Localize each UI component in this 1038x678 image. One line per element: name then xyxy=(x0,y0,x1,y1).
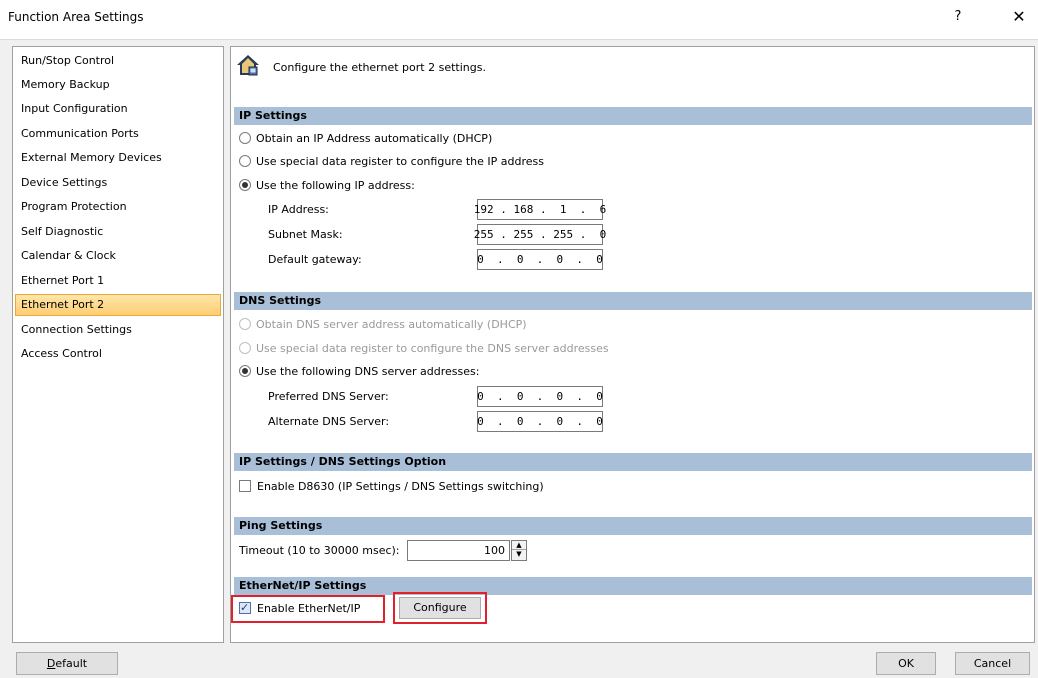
radio-icon xyxy=(239,318,251,330)
nav-item-communication-ports[interactable]: Communication Ports xyxy=(15,123,221,145)
house-network-icon xyxy=(237,55,259,76)
settings-panel: Configure the ethernet port 2 settings. … xyxy=(230,46,1035,643)
nav-item-ethernet-port-1[interactable]: Ethernet Port 1 xyxy=(15,270,221,292)
radio-label: Use special data register to configure t… xyxy=(256,342,609,355)
configure-button[interactable]: Configure xyxy=(399,597,481,619)
timeout-spinner[interactable]: ▲ ▼ xyxy=(511,540,527,561)
radio-ip-special-register[interactable]: Use special data register to configure t… xyxy=(239,154,544,170)
section-ip-dns-option: IP Settings / DNS Settings Option xyxy=(234,453,1032,471)
default-gateway-label: Default gateway: xyxy=(268,253,362,266)
title-bar: Function Area Settings ? ✕ xyxy=(0,0,1038,40)
subnet-mask-field[interactable]: 255 . 255 . 255 . 0 xyxy=(474,224,606,245)
section-dns-settings: DNS Settings xyxy=(234,292,1032,310)
nav-item-memory-backup[interactable]: Memory Backup xyxy=(15,74,221,96)
radio-label: Use the following IP address: xyxy=(256,179,415,192)
radio-label: Obtain DNS server address automatically … xyxy=(256,318,527,331)
section-ip-settings: IP Settings xyxy=(234,107,1032,125)
spin-up-icon[interactable]: ▲ xyxy=(512,541,526,550)
enable-d8630-checkbox[interactable]: Enable D8630 (IP Settings / DNS Settings… xyxy=(239,479,544,495)
radio-ip-manual[interactable]: Use the following IP address: xyxy=(239,178,415,194)
checkbox-label: Enable D8630 (IP Settings / DNS Settings… xyxy=(257,480,544,493)
checkbox-checked-icon xyxy=(239,600,251,616)
nav-item-input-configuration[interactable]: Input Configuration xyxy=(15,98,221,120)
radio-checked-icon xyxy=(239,365,251,377)
checkbox-icon xyxy=(239,480,251,492)
ip-address-label: IP Address: xyxy=(268,203,329,216)
window-title: Function Area Settings xyxy=(8,10,144,24)
nav-item-ethernet-port-2[interactable]: Ethernet Port 2 xyxy=(15,294,221,316)
default-gateway-field[interactable]: 0 . 0 . 0 . 0 xyxy=(477,249,603,270)
close-icon[interactable]: ✕ xyxy=(1004,7,1034,26)
default-button[interactable]: Default xyxy=(16,652,118,675)
radio-label: Use special data register to configure t… xyxy=(256,155,544,168)
radio-label: Obtain an IP Address automatically (DHCP… xyxy=(256,132,493,145)
radio-checked-icon xyxy=(239,179,251,191)
radio-dns-dhcp[interactable]: Obtain DNS server address automatically … xyxy=(239,317,527,333)
alternate-dns-field[interactable]: 0 . 0 . 0 . 0 xyxy=(477,411,603,432)
section-ethernetip-settings: EtherNet/IP Settings xyxy=(234,577,1032,595)
preferred-dns-label: Preferred DNS Server: xyxy=(268,390,389,403)
enable-ethernetip-checkbox[interactable]: Enable EtherNet/IP xyxy=(239,600,361,617)
radio-label: Use the following DNS server addresses: xyxy=(256,365,480,378)
timeout-input[interactable]: 100 xyxy=(407,540,510,561)
checkbox-label: Enable EtherNet/IP xyxy=(257,602,361,615)
nav-item-device-settings[interactable]: Device Settings xyxy=(15,172,221,194)
help-button[interactable]: ? xyxy=(948,9,968,24)
subnet-mask-label: Subnet Mask: xyxy=(268,228,343,241)
nav-item-self-diagnostic[interactable]: Self Diagnostic xyxy=(15,221,221,243)
radio-icon xyxy=(239,132,251,144)
radio-icon xyxy=(239,155,251,167)
ok-button[interactable]: OK xyxy=(876,652,936,675)
panel-description: Configure the ethernet port 2 settings. xyxy=(273,61,486,74)
section-ping-settings: Ping Settings xyxy=(234,517,1032,535)
preferred-dns-field[interactable]: 0 . 0 . 0 . 0 xyxy=(477,386,603,407)
spin-down-icon[interactable]: ▼ xyxy=(512,550,526,559)
nav-item-run-stop-control[interactable]: Run/Stop Control xyxy=(15,50,221,72)
nav-panel: Run/Stop Control Memory Backup Input Con… xyxy=(12,46,224,643)
nav-item-access-control[interactable]: Access Control xyxy=(15,343,221,365)
radio-dns-manual[interactable]: Use the following DNS server addresses: xyxy=(239,364,479,380)
radio-dns-special-register[interactable]: Use special data register to configure t… xyxy=(239,341,609,357)
radio-icon xyxy=(239,342,251,354)
radio-ip-dhcp[interactable]: Obtain an IP Address automatically (DHCP… xyxy=(239,131,492,147)
nav-item-external-memory-devices[interactable]: External Memory Devices xyxy=(15,147,221,169)
cancel-button[interactable]: Cancel xyxy=(955,652,1030,675)
ip-address-field[interactable]: 192 . 168 . 1 . 6 xyxy=(474,199,606,220)
alternate-dns-label: Alternate DNS Server: xyxy=(268,415,390,428)
nav-item-calendar-clock[interactable]: Calendar & Clock xyxy=(15,245,221,267)
nav-item-program-protection[interactable]: Program Protection xyxy=(15,196,221,218)
timeout-label: Timeout (10 to 30000 msec): xyxy=(239,544,400,557)
nav-item-connection-settings[interactable]: Connection Settings xyxy=(15,319,221,341)
